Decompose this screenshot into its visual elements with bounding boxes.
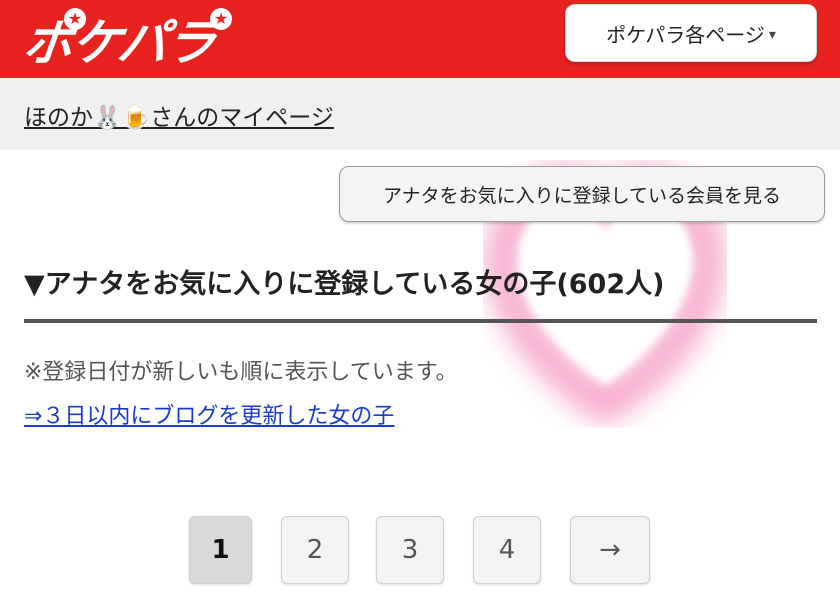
page-4-button[interactable]: 4 [473,516,541,584]
logo-text: ポケパラ [20,14,217,72]
pages-menu-label: ポケパラ各ページ [606,22,765,47]
divider [24,319,817,323]
page-2-button[interactable]: 2 [281,516,349,584]
star-icon: ★ [64,8,86,30]
page-3-button[interactable]: 3 [376,516,444,584]
view-favorited-members-button[interactable]: アナタをお気に入りに登録している会員を見る [339,166,825,222]
recent-blog-link[interactable]: ⇒３日以内にブログを更新した女の子 [24,398,394,430]
pages-menu-button[interactable]: ポケパラ各ページ ▾ [565,4,817,62]
dropdown-arrow-icon: ▾ [768,27,776,43]
mypage-link[interactable]: ほのか🐰🍺さんのマイページ [24,98,334,132]
site-header: ポケパラ ★ ★ ポケパラ各ページ ▾ [0,0,840,78]
mypage-bar: ほのか🐰🍺さんのマイページ [0,78,840,150]
section-title: ▼アナタをお気に入りに登録している女の子(602人) [24,269,665,300]
sort-note: ※登録日付が新しいも順に表示しています。 [24,360,458,385]
page-1-button[interactable]: 1 [189,516,252,584]
pokepara-logo[interactable]: ポケパラ ★ ★ [21,4,232,74]
next-page-button[interactable]: → [570,516,650,584]
star-icon: ★ [210,8,232,30]
